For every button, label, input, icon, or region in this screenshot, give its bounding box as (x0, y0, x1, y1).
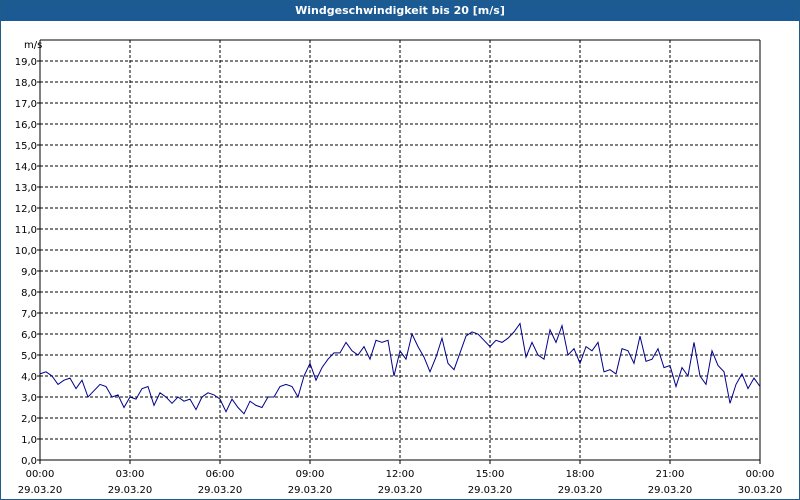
y-tick-label: 1,0 (21, 435, 37, 446)
y-axis-ticks: 0,0 1,0 2,0 3,0 4,0 5,0 6,0 7,0 8,0 9,0 10,0 11,0 12… (15, 57, 40, 467)
y-tick-label: 4,0 (21, 372, 37, 383)
y-tick-label: 13,0 (15, 183, 37, 194)
x-tick-time-label: 00:00 (26, 469, 55, 480)
y-tick-label: 7,0 (21, 309, 37, 320)
x-tick-date-label: 29.03.20 (288, 485, 333, 496)
y-tick-label: 11,0 (15, 225, 37, 236)
y-tick-label: 17,0 (15, 99, 37, 110)
y-axis-unit: m/s (24, 40, 42, 51)
x-tick-time-label: 09:00 (296, 469, 325, 480)
x-tick-date-label: 29.03.20 (18, 485, 63, 496)
wind-speed-chart: 0,0 1,0 2,0 3,0 4,0 5,0 6,0 7,0 8,0 9,0 10,0 11,0 12… (15, 39, 783, 496)
x-tick-date-label: 30.03.20 (738, 485, 783, 496)
x-tick-time-label: 03:00 (116, 469, 145, 480)
x-tick-date-label: 29.03.20 (648, 485, 693, 496)
x-tick-time-label: 15:00 (476, 469, 505, 480)
x-tick-date-label: 29.03.20 (378, 485, 423, 496)
x-tick-date-label: 29.03.20 (558, 485, 603, 496)
x-tick-date-label: 29.03.20 (468, 485, 513, 496)
y-tick-label: 8,0 (21, 288, 37, 299)
y-tick-label: 16,0 (15, 120, 37, 131)
y-tick-label: 10,0 (15, 246, 37, 257)
y-tick-label: 14,0 (15, 162, 37, 173)
x-tick-time-label: 18:00 (566, 469, 595, 480)
y-tick-label: 12,0 (15, 204, 37, 215)
x-tick-time-label: 00:00 (746, 469, 775, 480)
y-tick-label: 5,0 (21, 351, 37, 362)
y-tick-label: 19,0 (15, 57, 37, 68)
y-tick-label: 6,0 (21, 330, 37, 341)
y-tick-label: 15,0 (15, 141, 37, 152)
x-tick-date-label: 29.03.20 (108, 485, 153, 496)
chart-grid (40, 40, 760, 460)
x-tick-date-label: 29.03.20 (198, 485, 243, 496)
y-tick-label: 9,0 (21, 267, 37, 278)
x-tick-time-label: 06:00 (206, 469, 235, 480)
x-axis-ticks: 00:00 29.03.20 03:00 29.03.20 06:00 29.03.20 0… (18, 460, 783, 496)
x-tick-time-label: 21:00 (656, 469, 685, 480)
x-tick-time-label: 12:00 (386, 469, 415, 480)
y-tick-label: 0,0 (21, 456, 37, 467)
y-tick-label: 2,0 (21, 414, 37, 425)
y-tick-label: 3,0 (21, 393, 37, 404)
y-tick-label: 18,0 (15, 78, 37, 89)
